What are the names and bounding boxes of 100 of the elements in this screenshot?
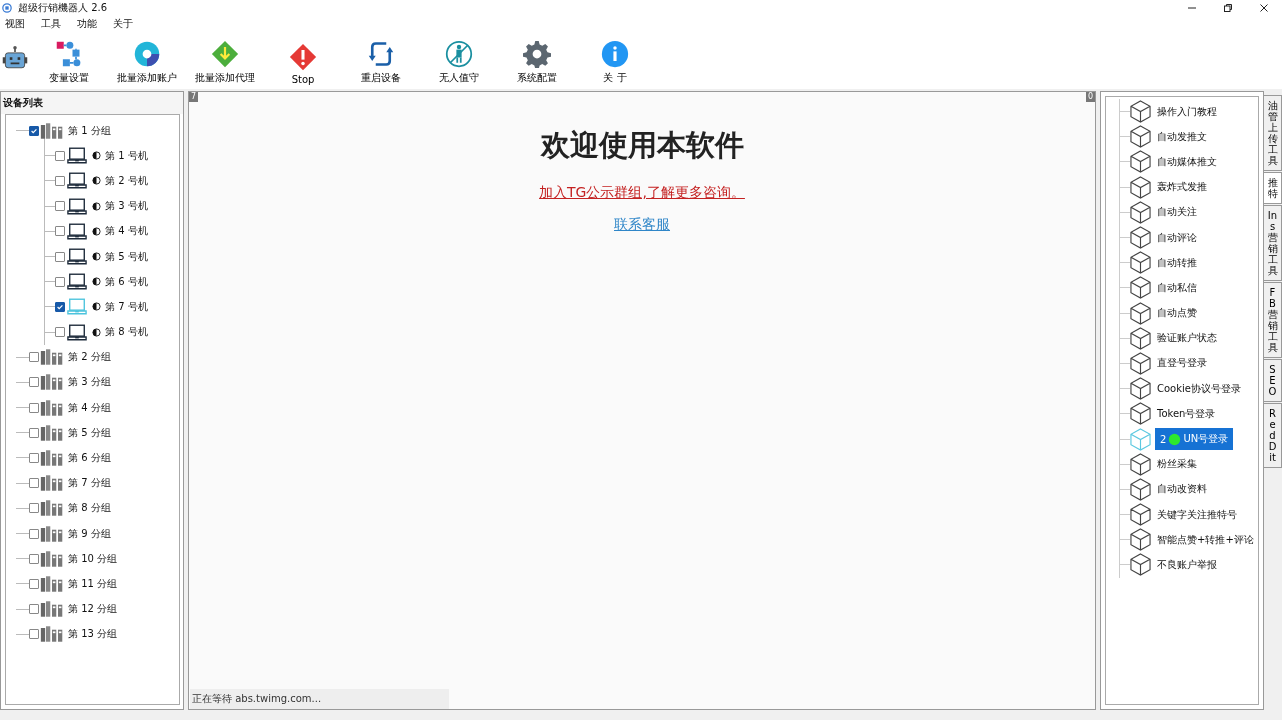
group-link[interactable]: 加入TG公示群组,了解更多咨询。 [539,184,745,202]
server-rack-icon [40,574,64,593]
function-item[interactable]: 智能点赞+转推+评论 [1155,529,1256,550]
tree-item[interactable]: 第 12 分组 [6,596,179,622]
side-tab[interactable]: 推特 [1264,172,1282,204]
function-item[interactable]: 自动点赞 [1155,303,1199,324]
status-text: 正在等待 abs.twimg.com... [190,689,449,709]
tree-item[interactable]: 第 8 分组 [6,495,179,521]
count-badge: 7 [189,92,199,102]
toolbar-button[interactable]: 变量设置 [30,40,108,85]
function-item[interactable]: 自动评论 [1155,227,1199,248]
side-tab[interactable]: RedDit [1264,403,1282,468]
tree-item[interactable]: 第 2 分组 [6,344,179,370]
checkbox[interactable] [29,578,39,589]
welcome-heading: 欢迎使用本软件 [540,127,744,164]
function-item[interactable]: Cookie协议号登录 [1155,378,1243,399]
tree-item[interactable]: 第 1 号机 [45,143,179,169]
function-item[interactable]: 自动关注 [1155,202,1199,223]
side-tab[interactable]: 油管上传工具 [1264,95,1282,171]
item-label: 2 [1160,433,1167,445]
checkbox[interactable] [55,327,65,338]
checkbox[interactable] [29,604,39,615]
info-icon [601,40,629,68]
checkbox[interactable] [29,478,39,489]
app-icon [2,3,12,13]
side-tab[interactable]: SEO [1264,359,1282,402]
function-item[interactable]: 粉丝采集 [1155,454,1199,475]
function-item[interactable]: 自动私信 [1155,277,1199,298]
tree-item[interactable]: 第 3 分组 [6,369,179,396]
checkbox[interactable] [29,377,39,388]
tree-item[interactable]: 第 6 号机 [45,269,179,295]
restore-icon[interactable] [1223,3,1233,13]
half-circle-icon [92,327,101,337]
function-item[interactable]: 验证账户状态 [1155,328,1219,349]
toolbar-button[interactable]: 关 于 [576,40,654,85]
checkbox[interactable] [29,352,39,363]
tree-item[interactable]: 第 11 分组 [6,571,179,597]
function-item[interactable]: 不良账户举报 [1155,554,1219,575]
function-item[interactable]: 直登号登录 [1155,353,1209,374]
cursor-icon [1168,432,1182,446]
toolbar-button[interactable]: 重启设备 [342,40,420,85]
side-tab[interactable]: Ins营销工具 [1264,205,1282,281]
menu-item[interactable]: 功能 [72,17,102,31]
toolbar-button[interactable]: 无人值守 [420,40,498,85]
tree-item[interactable]: 第 7 分组 [6,470,179,496]
checkbox[interactable] [55,201,65,212]
checkbox[interactable] [29,629,39,640]
side-tab[interactable]: FB营销工具 [1264,282,1282,358]
menu-item[interactable]: 工具 [36,17,66,31]
server-rack-icon [40,474,64,493]
tree-item[interactable]: 第 4 分组 [6,395,179,421]
tree-item[interactable]: 第 10 分组 [6,546,179,572]
checkbox[interactable] [55,226,65,237]
tree-item[interactable]: 第 5 号机 [45,243,179,270]
panel-title: 设备列表 [1,92,183,114]
tree-item[interactable]: 第 6 分组 [6,445,179,471]
tree-item[interactable]: 第 7 号机 [45,294,179,320]
checkbox[interactable] [29,553,39,564]
checkbox[interactable] [29,125,39,136]
server-rack-icon [40,121,64,140]
function-item[interactable]: 自动媒体推文 [1155,151,1219,172]
checkbox[interactable] [55,301,65,312]
checkbox[interactable] [29,453,39,464]
toolbar-button[interactable]: 批量添加账户 [108,40,186,85]
checkbox[interactable] [29,503,39,514]
function-item[interactable]: 操作入门教程 [1155,101,1219,122]
checkbox[interactable] [55,276,65,287]
toolbar-button[interactable]: 批量添加代理 [186,40,264,85]
tree-item[interactable]: 第 5 分组 [6,420,179,446]
checkbox[interactable] [55,175,65,186]
service-link[interactable]: 联系客服 [614,216,670,234]
tree-item[interactable]: 第 2 号机 [45,168,179,194]
function-item[interactable]: 自动改资料 [1155,479,1209,500]
checkbox[interactable] [29,528,39,539]
function-item[interactable]: 自动发推文 [1155,126,1209,147]
tree-item[interactable]: 第 4 号机 [45,218,179,244]
half-circle-icon [92,201,101,211]
function-item[interactable]: 关键字关注推特号 [1155,504,1239,525]
menu-item[interactable]: 视图 [0,17,30,31]
download-icon [211,40,239,68]
function-item[interactable]: 自动转推 [1155,252,1199,273]
tree-item[interactable]: 第 8 号机 [45,319,179,345]
function-item[interactable]: 2 UN号登录 [1155,428,1234,451]
server-rack-icon [40,524,64,543]
tree-item[interactable]: 第 3 号机 [45,193,179,219]
tree-item[interactable]: 第 1 分组 [6,118,179,144]
server-rack-icon [40,423,64,442]
checkbox[interactable] [29,427,39,438]
window-title: 超级行销機器人 2.6 [18,1,108,15]
toolbar-button[interactable]: Stop [264,43,342,85]
checkbox[interactable] [55,251,65,262]
function-item[interactable]: Token号登录 [1155,403,1218,424]
tree-item[interactable]: 第 13 分组 [6,621,179,647]
menu-item[interactable]: 关于 [108,17,138,31]
close-icon[interactable] [1259,3,1269,13]
toolbar-button[interactable]: 系统配置 [498,40,576,85]
checkbox[interactable] [29,402,39,413]
function-item[interactable]: 轰炸式发推 [1155,177,1209,198]
tree-item[interactable]: 第 9 分组 [6,521,179,547]
checkbox[interactable] [55,150,65,161]
